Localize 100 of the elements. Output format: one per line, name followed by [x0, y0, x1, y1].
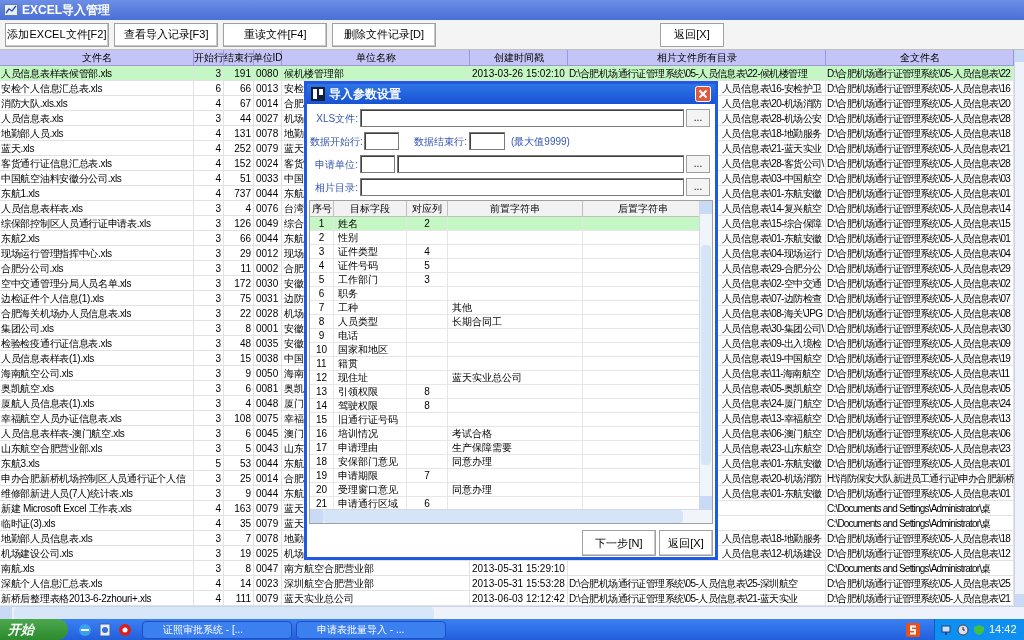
table-cell-text: 合肥	[283, 96, 305, 111]
grid-row[interactable]: 6 职务	[310, 287, 699, 301]
table-cell-text: 人员信息表\13-幸福航空	[722, 411, 822, 426]
start-button[interactable]: 开始	[0, 619, 68, 640]
close-icon[interactable]	[695, 86, 711, 102]
grid-row[interactable]: 14 驾驶权限 8	[310, 399, 699, 413]
grid-cell: 考试合格	[452, 426, 492, 441]
table-cell-text: 客货通行证信息汇总表.xls	[0, 156, 113, 171]
table-cell-text: 东航	[283, 231, 305, 246]
table-cell-text: 2013-05-31 15:53:28	[471, 576, 566, 591]
ring-icon[interactable]	[118, 622, 132, 637]
table-cell-text: 新建 Microsoft Excel 工作表.xls	[0, 501, 133, 516]
grid-cell: 证件号码	[338, 258, 378, 273]
input-method-icon[interactable]	[906, 622, 920, 637]
column-header[interactable]: 对应列	[407, 201, 448, 216]
table-cell-text: 75	[238, 291, 252, 306]
grid-row[interactable]: 2 性别	[310, 231, 699, 245]
table-row[interactable]: 新桥后整理表格2013-6-2zhouri+.xls 4 111 0079 蓝天实业总公司 2013-06-03 12:12:42 D:\合肥机场通行证管理系统\05-人员信息表\21-蓝天实业 D:\合肥机场通行证管理系统\05-人员信息表\21	[0, 591, 1014, 606]
table-cell-text: 0035	[255, 336, 280, 351]
browse-button[interactable]: ...	[686, 178, 710, 196]
table-cell-text: 3	[214, 246, 222, 261]
toolbar-button[interactable]: 查看导入记录[F3]	[114, 22, 218, 47]
vertical-scrollbar[interactable]	[699, 201, 712, 509]
table-row[interactable]: 深航个人信息汇总表.xls 4 14 0023 深圳航空合肥营业部 2013-05-31 15:53:28 D:\合肥机场通行证管理系统\05-人员信息表\25-深圳航空 D:\合肥机场通行证管理系统\05-人员信息表\25	[0, 576, 1014, 591]
input-field[interactable]	[469, 132, 505, 150]
field-label: XLS文件:	[315, 111, 358, 126]
grid-row[interactable]: 4 证件号码 5	[310, 259, 699, 273]
table-row[interactable]: 人员信息表样表候管部.xls 3 191 0080 候机楼管理部 2013-03-26 15:02:10 D:\合肥机场通行证管理系统\05-人员信息表\22-候机楼管理 D:\合肥机场通行证管理系统\05-人员信息表\22	[0, 66, 1014, 81]
grid-cell: 姓名	[338, 216, 358, 231]
horizontal-scrollbar[interactable]	[310, 509, 712, 523]
input-field[interactable]	[360, 109, 684, 127]
dialog-button[interactable]: 返回[X]	[659, 530, 713, 556]
table-cell-text: 3	[214, 471, 222, 486]
table-cell-text: 边检证件个人信息(1).xls	[0, 291, 105, 306]
grid-cell: 17	[315, 440, 328, 455]
grid-row[interactable]: 16 培训情况 考试合格	[310, 427, 699, 441]
grid-row[interactable]: 12 现住址 蓝天实业总公司	[310, 371, 699, 385]
toolbar-button[interactable]: 删除文件记录[D]	[332, 22, 436, 47]
table-cell-text: C:\Documents and Settings\Administrator\桌	[826, 501, 992, 516]
toolbar-button[interactable]: 重读文件[F4]	[223, 22, 327, 47]
grid-row[interactable]: 5 工作部门 3	[310, 273, 699, 287]
table-cell-text: 客货	[283, 156, 305, 171]
input-field[interactable]	[360, 155, 395, 173]
table-cell-text: 67	[238, 96, 252, 111]
column-header[interactable]: 序号	[310, 201, 334, 216]
document-icon[interactable]	[98, 622, 112, 637]
grid-row[interactable]: 11 籍贯	[310, 357, 699, 371]
column-header[interactable]: 相片文件所有目录	[568, 50, 826, 65]
column-header[interactable]: 开始行	[194, 50, 224, 65]
browse-button[interactable]: ...	[686, 155, 710, 173]
grid-row[interactable]: 15 旧通行证号码	[310, 413, 699, 427]
taskbar-button[interactable]: 证照审批系统 - [...	[142, 620, 292, 639]
grid-row[interactable]: 20 受理窗口意见 同意办理	[310, 483, 699, 497]
grid-cell: 长期合同工	[452, 314, 502, 329]
table-cell-text: 3	[214, 216, 222, 231]
column-header[interactable]: 目标字段	[334, 201, 407, 216]
column-header[interactable]: 结束行	[224, 50, 254, 65]
table-cell-text: 合肥分公司.xls	[0, 261, 65, 276]
table-cell-text: 0079	[255, 516, 280, 531]
grid-row[interactable]: 17 申请理由 生产保障需要	[310, 441, 699, 455]
network-icon[interactable]	[941, 623, 953, 636]
table-cell-text: 消防大队.xls.xls	[0, 96, 69, 111]
table-cell-text: 0076	[255, 201, 280, 216]
column-header[interactable]: 前置字符串	[448, 201, 583, 216]
grid-row[interactable]: 9 电话	[310, 329, 699, 343]
dialog-button[interactable]: 下一步[N]	[582, 530, 656, 556]
input-field[interactable]	[360, 178, 684, 196]
grid-row[interactable]: 18 安保部门意见 同意办理	[310, 455, 699, 469]
grid-row[interactable]: 3 证件类型 4	[310, 245, 699, 259]
table-cell-text: 人员信息表\12-机场建设	[722, 546, 822, 561]
taskbar-button[interactable]: 申请表批量导入 - ...	[296, 620, 446, 639]
table-cell-text: 0044	[255, 456, 280, 471]
column-header[interactable]: 单位ID	[254, 50, 282, 65]
grid-row[interactable]: 1 姓名 2	[310, 217, 699, 231]
vertical-scrollbar[interactable]	[1014, 50, 1024, 606]
back-button[interactable]: 返回[X]	[660, 22, 724, 47]
table-cell-text: D:\合肥机场通行证管理系统\05-人员信息表\01	[826, 231, 1012, 246]
horizontal-scrollbar[interactable]	[0, 606, 1024, 620]
clock-icon[interactable]	[957, 623, 969, 636]
grid-row[interactable]: 7 工种 其他	[310, 301, 699, 315]
column-header[interactable]: 文件名	[0, 50, 194, 65]
input-field[interactable]	[397, 155, 684, 173]
column-header[interactable]: 创建时间戳	[470, 50, 568, 65]
table-cell-text: 48	[238, 336, 252, 351]
table-row[interactable]: 南航.xls 3 8 0047 南方航空合肥营业部 2013-05-31 15:29:10 C:\Documents and Settings\Administrator\桌	[0, 561, 1014, 576]
grid-row[interactable]: 13 引领权限 8	[310, 385, 699, 399]
grid-row[interactable]: 19 申请期限 7	[310, 469, 699, 483]
input-field[interactable]	[364, 132, 399, 150]
table-cell-text: 108	[233, 411, 252, 426]
table-cell-text: D:\合肥机场通行证管理系统\05-人员信息表\25	[826, 576, 1012, 591]
column-header[interactable]: 单位名称	[282, 50, 470, 65]
table-cell-text: D:\合肥机场通行证管理系统\05-人员信息表\21	[826, 141, 1012, 156]
table-cell-text: 新桥后整理表格2013-6-2zhouri+.xls	[0, 591, 153, 606]
table-cell-text: D:\合肥机场通行证管理系统\05-人员信息表\03	[826, 171, 1012, 186]
toolbar-button[interactable]: 添加EXCEL文件[F2]	[5, 22, 109, 47]
browse-button[interactable]: ...	[686, 109, 710, 127]
grid-row[interactable]: 10 国家和地区	[310, 343, 699, 357]
table-cell-text: 7	[244, 531, 252, 546]
table-cell-text: 人员信息表\29-合肥分公	[722, 261, 822, 276]
grid-row[interactable]: 8 人员类型 长期合同工	[310, 315, 699, 329]
